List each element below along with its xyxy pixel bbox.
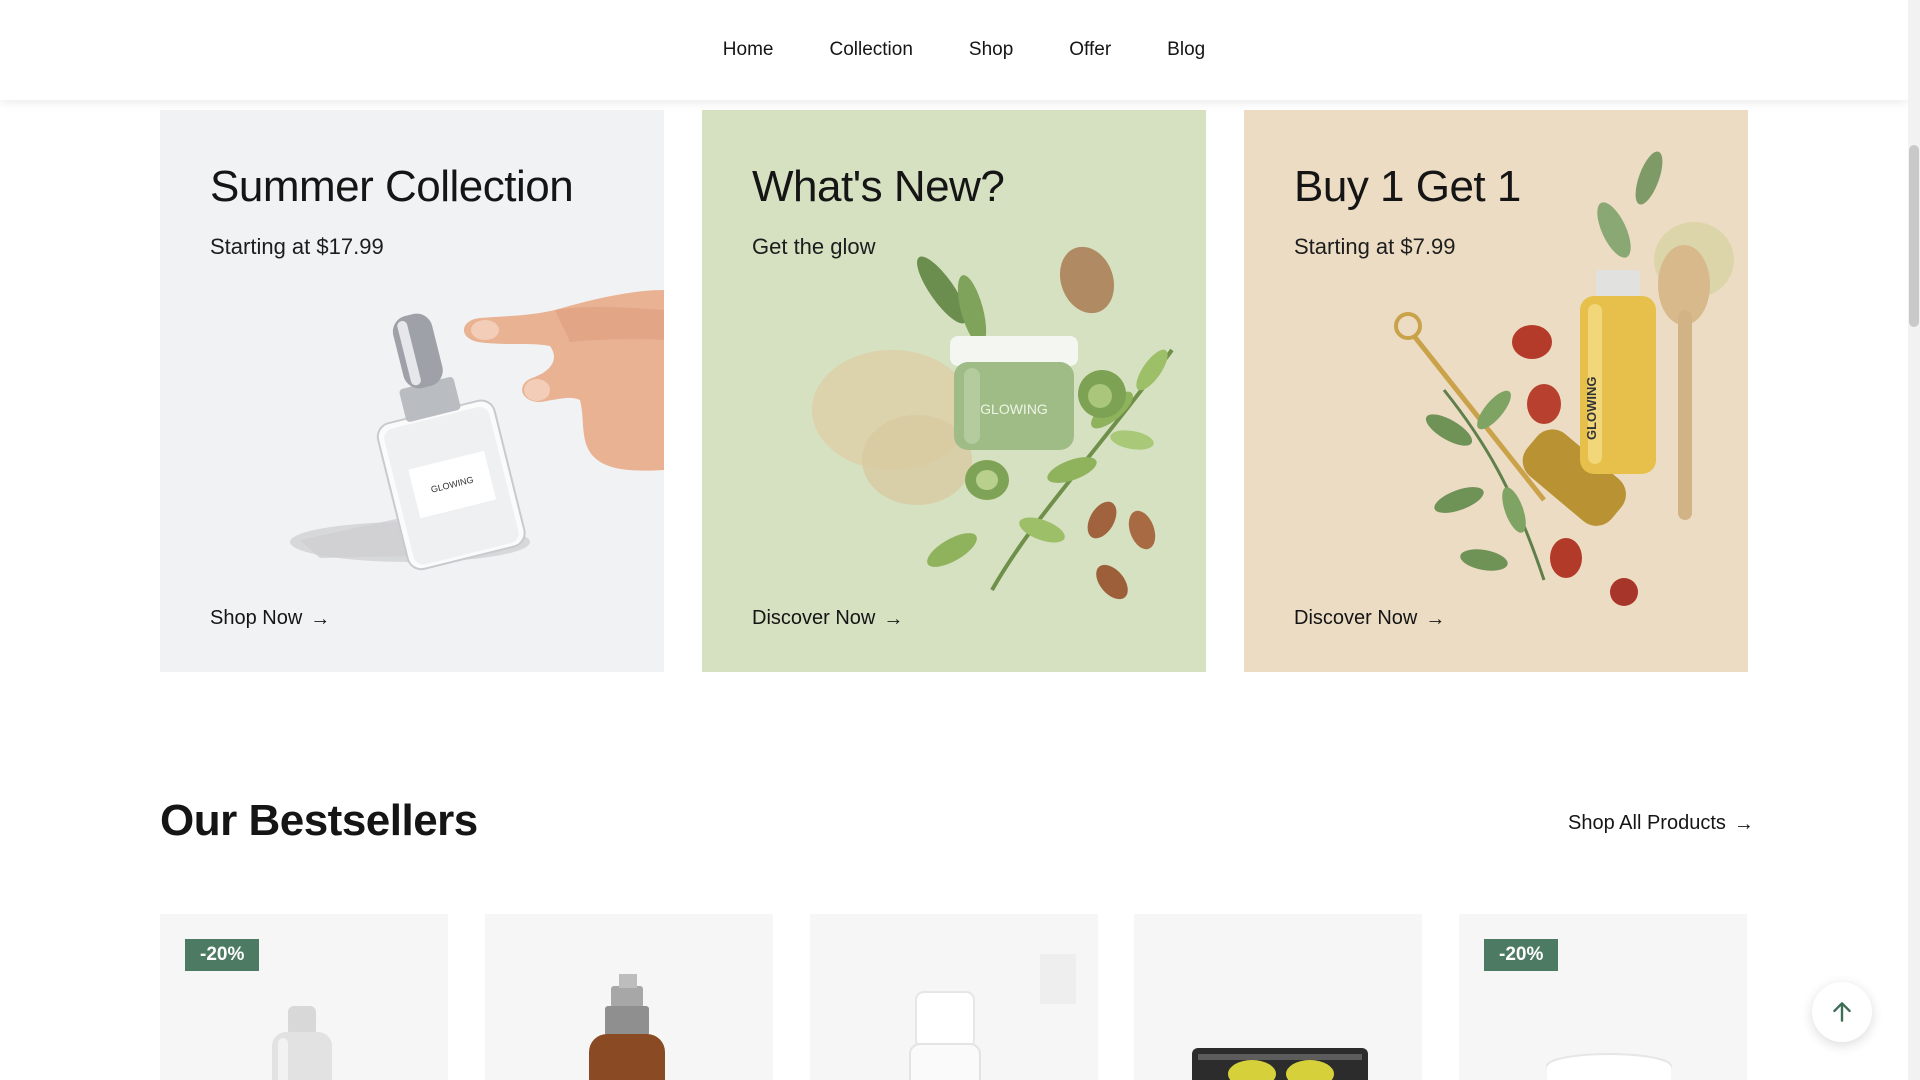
arrow-right-icon: →	[1733, 812, 1754, 835]
eye-patch-pack-image	[1192, 1048, 1368, 1080]
discover-now-label: Discover Now	[1294, 607, 1418, 629]
promo-title: Buy 1 Get 1	[1294, 162, 1521, 211]
discover-now-label: Discover Now	[752, 607, 876, 629]
product-card[interactable]	[485, 914, 773, 1080]
discount-badge: -20%	[1484, 939, 1559, 971]
arrow-right-icon: →	[883, 607, 904, 630]
shop-now-label: Shop Now	[210, 607, 303, 629]
discount-badge: -20%	[185, 939, 260, 971]
promo-card-whats-new[interactable]: GLOWING What's New? Get the glow Discove…	[702, 110, 1206, 672]
foam-bottle-image	[909, 954, 1076, 1080]
nav-home[interactable]: Home	[723, 39, 774, 61]
promo-subtitle: Starting at $17.99	[210, 234, 384, 259]
product-card[interactable]: -20%	[1459, 914, 1747, 1080]
discover-now-link[interactable]: Discover Now →	[752, 607, 903, 630]
product-card[interactable]	[810, 914, 1098, 1080]
jar-label-text: GLOWING	[980, 401, 1048, 417]
nav-shop[interactable]: Shop	[969, 39, 1013, 61]
shop-all-products-link[interactable]: Shop All Products →	[1568, 812, 1754, 835]
site-header: Home Collection Shop Offer Blog	[0, 0, 1908, 100]
amber-pump-bottle-image	[589, 974, 665, 1080]
product-card[interactable]: -20%	[160, 914, 448, 1080]
shop-now-link[interactable]: Shop Now →	[210, 607, 330, 630]
scrollbar-thumb[interactable]	[1909, 145, 1919, 327]
nav-offer[interactable]: Offer	[1069, 39, 1111, 61]
back-to-top-button[interactable]	[1812, 982, 1872, 1042]
nav-collection[interactable]: Collection	[829, 39, 912, 61]
shop-all-label: Shop All Products	[1568, 812, 1726, 834]
arrow-right-icon: →	[1425, 607, 1446, 630]
page: Home Collection Shop Offer Blog GLOWING	[0, 0, 1920, 1080]
promo-card-buy-1-get-1[interactable]: GLOWING Buy 1 Get 1 Starting at $7.99 Di…	[1244, 110, 1748, 672]
product-card[interactable]	[1134, 914, 1422, 1080]
discover-now-link[interactable]: Discover Now →	[1294, 607, 1445, 630]
bestsellers-title: Our Bestsellers	[160, 796, 478, 845]
scrollbar-track[interactable]	[1908, 0, 1920, 1080]
bottle-label-text: GLOWING	[1584, 376, 1599, 440]
promo-title: What's New?	[752, 162, 1005, 211]
arrow-right-icon: →	[310, 607, 331, 630]
nav-blog[interactable]: Blog	[1167, 39, 1205, 61]
promo-subtitle: Get the glow	[752, 234, 876, 259]
promo-card-summer-collection[interactable]: GLOWING Summer Collection Starting at $1…	[160, 110, 664, 672]
arrow-up-icon	[1833, 1002, 1851, 1022]
main-nav: Home Collection Shop Offer Blog	[723, 39, 1205, 61]
promo-subtitle: Starting at $7.99	[1294, 234, 1456, 259]
promo-title: Summer Collection	[210, 162, 574, 211]
